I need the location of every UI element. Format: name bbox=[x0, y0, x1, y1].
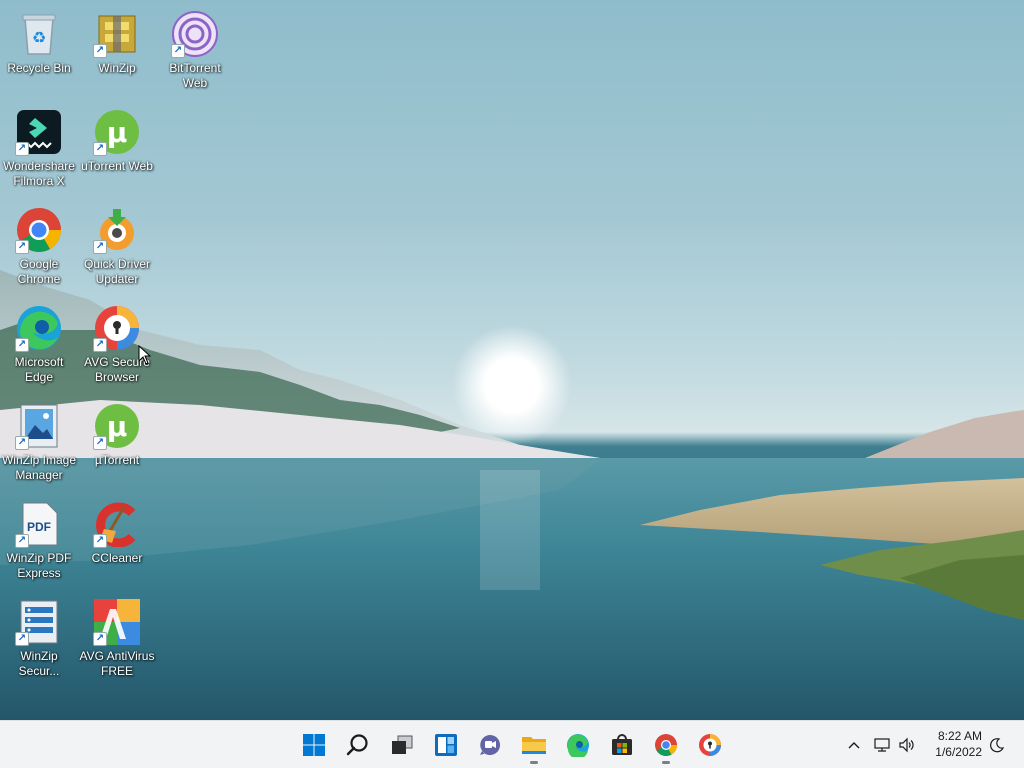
svg-text:PDF: PDF bbox=[27, 520, 51, 534]
search-icon bbox=[346, 734, 368, 756]
utorrent-web-icon: µ ↗ bbox=[93, 108, 141, 156]
desktop-icon-ccleaner[interactable]: ↗ CCleaner bbox=[78, 496, 156, 588]
winzip-image-manager-icon: ↗ bbox=[15, 402, 63, 450]
clock-time: 8:22 AM bbox=[937, 729, 982, 743]
start-icon bbox=[303, 734, 325, 756]
mouse-cursor-icon bbox=[138, 345, 152, 365]
bittorrent-web-icon: ↗ bbox=[171, 10, 219, 58]
shortcut-arrow-icon: ↗ bbox=[15, 240, 29, 254]
teams-chat-icon bbox=[480, 735, 500, 755]
edge-taskbar-button[interactable] bbox=[558, 725, 598, 765]
chrome-taskbar-icon bbox=[655, 734, 677, 756]
winzip-icon: ↗ bbox=[93, 10, 141, 58]
quick-driver-updater-icon: ↗ bbox=[93, 206, 141, 254]
desktop-icon-quick-driver-updater[interactable]: ↗ Quick Driver Updater bbox=[78, 202, 156, 294]
desktop-icon-label: Recycle Bin bbox=[7, 61, 71, 75]
store-icon bbox=[612, 734, 632, 755]
chrome-icon: ↗ bbox=[15, 206, 63, 254]
desktop-icon-label: WinZip Secur... bbox=[18, 649, 60, 678]
network-status-button[interactable] bbox=[872, 721, 892, 768]
winzip-pdf-express-icon: PDF ↗ bbox=[15, 500, 63, 548]
desktop-icon-label: uTorrent Web bbox=[81, 159, 153, 173]
teams-chat-button[interactable] bbox=[470, 725, 510, 765]
desktop-icon-winzip-image-manager[interactable]: ↗ WinZip Image Manager bbox=[0, 398, 78, 490]
taskbar: 8:22 AM 1/6/2022 bbox=[0, 720, 1024, 768]
shortcut-arrow-icon: ↗ bbox=[93, 632, 107, 646]
running-indicator bbox=[530, 761, 538, 764]
shortcut-arrow-icon: ↗ bbox=[171, 44, 185, 58]
avg-browser-taskbar-icon bbox=[699, 734, 721, 756]
shortcut-arrow-icon: ↗ bbox=[15, 142, 29, 156]
avg-secure-browser-icon: ↗ bbox=[93, 304, 141, 352]
desktop-icon-label: Quick Driver Updater bbox=[83, 257, 150, 286]
desktop-icon-winzip[interactable]: ↗ WinZip bbox=[78, 6, 156, 98]
store-button[interactable] bbox=[602, 725, 642, 765]
shortcut-arrow-icon: ↗ bbox=[93, 338, 107, 352]
desktop-icon-winzip-secure[interactable]: ↗ WinZip Secur... bbox=[0, 594, 78, 686]
desktop-icon-label: Wondershare Filmora X bbox=[3, 159, 75, 188]
desktop-icon-label: WinZip bbox=[98, 61, 136, 75]
filmora-icon: ↗ bbox=[15, 108, 63, 156]
desktop-icon-label: Microsoft Edge bbox=[14, 355, 64, 384]
clock-date: 1/6/2022 bbox=[935, 745, 982, 759]
task-view-button[interactable] bbox=[382, 725, 422, 765]
svg-text:♻: ♻ bbox=[32, 28, 46, 47]
shortcut-arrow-icon: ↗ bbox=[93, 436, 107, 450]
desktop-icon-label: AVG AntiVirus FREE bbox=[79, 649, 155, 678]
running-indicator bbox=[662, 761, 670, 764]
shortcut-arrow-icon: ↗ bbox=[15, 632, 29, 646]
taskbar-clock[interactable]: 8:22 AM 1/6/2022 bbox=[912, 728, 982, 760]
file-explorer-icon bbox=[522, 737, 546, 754]
start-button[interactable] bbox=[294, 725, 334, 765]
task-view-icon bbox=[392, 735, 413, 754]
shortcut-arrow-icon: ↗ bbox=[15, 338, 29, 352]
desktop-icon-label: BitTorrent Web bbox=[169, 61, 221, 90]
desktop-icon-chrome[interactable]: ↗ Google Chrome bbox=[0, 202, 78, 294]
desktop-icon-label: CCleaner bbox=[91, 551, 143, 565]
shortcut-arrow-icon: ↗ bbox=[15, 436, 29, 450]
edge-icon: ↗ bbox=[15, 304, 63, 352]
network-icon bbox=[874, 738, 890, 752]
avg-antivirus-icon: ↗ bbox=[93, 598, 141, 646]
edge-taskbar-icon bbox=[567, 734, 589, 757]
chevron-up-icon bbox=[848, 742, 860, 749]
focus-assist-button[interactable] bbox=[986, 721, 1008, 768]
desktop-icon-label: WinZip Image Manager bbox=[1, 453, 77, 482]
desktop-icon-label: WinZip PDF Express bbox=[6, 551, 72, 580]
shortcut-arrow-icon: ↗ bbox=[15, 534, 29, 548]
desktop-icon-bittorrent-web[interactable]: ↗ BitTorrent Web bbox=[156, 6, 234, 98]
avg-browser-taskbar-button[interactable] bbox=[690, 725, 730, 765]
widgets-button[interactable] bbox=[426, 725, 466, 765]
desktop-icon-label: µTorrent bbox=[94, 453, 140, 467]
desktop-icon-utorrent[interactable]: µ ↗ µTorrent bbox=[78, 398, 156, 490]
file-explorer-button[interactable] bbox=[514, 725, 554, 765]
utorrent-icon: µ ↗ bbox=[93, 402, 141, 450]
shortcut-arrow-icon: ↗ bbox=[93, 142, 107, 156]
chrome-taskbar-button[interactable] bbox=[646, 725, 686, 765]
ccleaner-icon: ↗ bbox=[93, 500, 141, 548]
desktop-icon-winzip-pdf-express[interactable]: PDF ↗ WinZip PDF Express bbox=[0, 496, 78, 588]
shortcut-arrow-icon: ↗ bbox=[93, 534, 107, 548]
desktop-icon-label: Google Chrome bbox=[17, 257, 61, 286]
svg-text:µ: µ bbox=[107, 410, 128, 443]
shortcut-arrow-icon: ↗ bbox=[93, 44, 107, 58]
desktop-icon-utorrent-web[interactable]: µ ↗ uTorrent Web bbox=[78, 104, 156, 196]
winzip-secure-icon: ↗ bbox=[15, 598, 63, 646]
show-hidden-icons-button[interactable] bbox=[843, 721, 865, 768]
widgets-icon bbox=[435, 734, 457, 756]
svg-text:µ: µ bbox=[107, 116, 128, 149]
desktop-icon-avg-antivirus[interactable]: ↗ AVG AntiVirus FREE bbox=[78, 594, 156, 686]
search-button[interactable] bbox=[338, 725, 378, 765]
desktop-icon-edge[interactable]: ↗ Microsoft Edge bbox=[0, 300, 78, 392]
shortcut-arrow-icon: ↗ bbox=[93, 240, 107, 254]
moon-icon bbox=[990, 738, 1005, 753]
desktop-icon-recycle-bin[interactable]: ♻ Recycle Bin bbox=[0, 6, 78, 98]
recycle-bin-icon: ♻ bbox=[15, 10, 63, 58]
desktop-icon-filmora[interactable]: ↗ Wondershare Filmora X bbox=[0, 104, 78, 196]
